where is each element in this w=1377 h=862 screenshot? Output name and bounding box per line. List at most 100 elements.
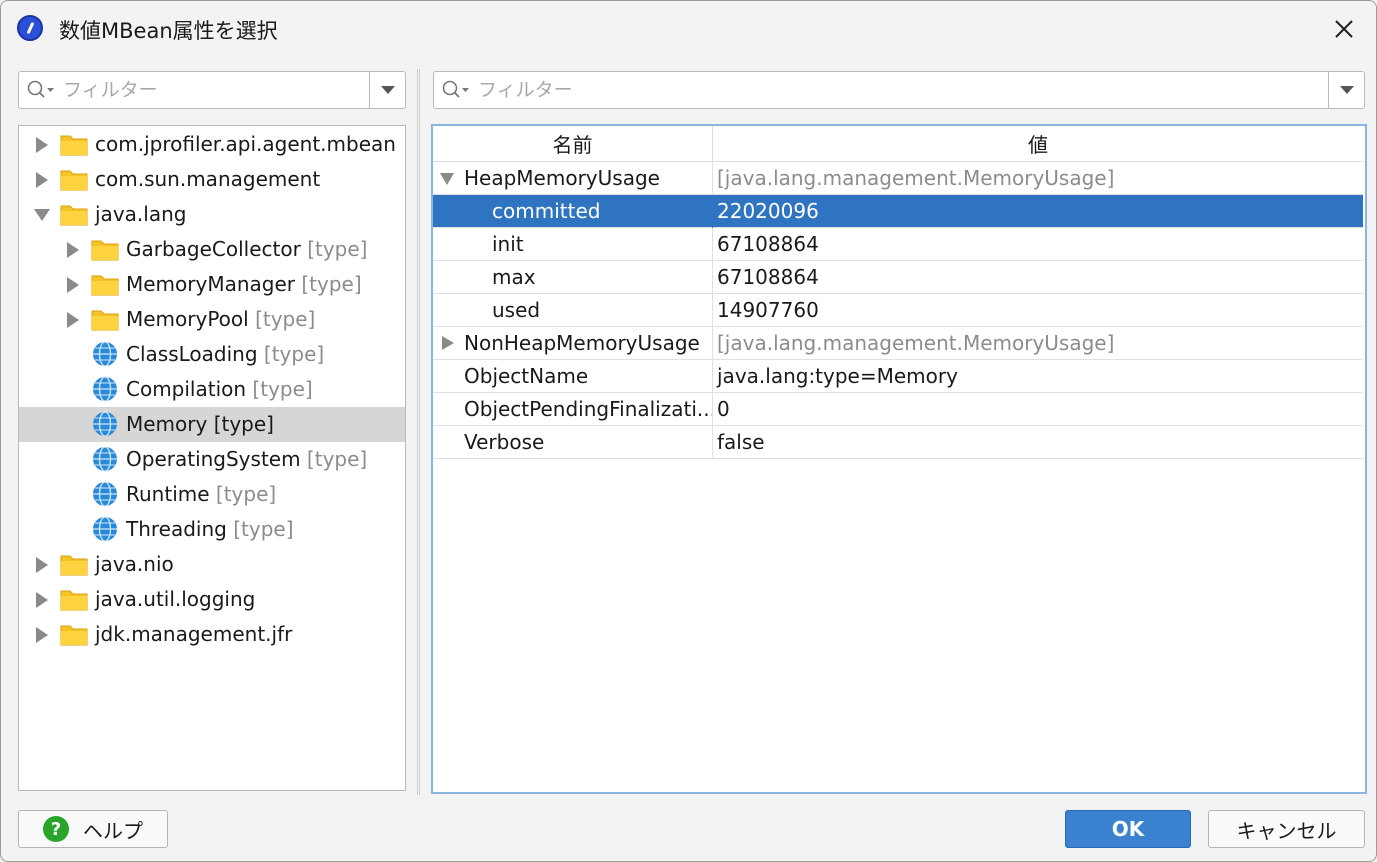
tree-node-name: GarbageCollector [126, 237, 301, 261]
folder-icon [91, 310, 119, 331]
help-icon: ? [43, 816, 69, 842]
tree-node-type-tag: [type] [246, 377, 313, 401]
attribute-name-cell: ObjectName [433, 360, 713, 393]
table-row[interactable]: used 14907760 [433, 294, 1363, 327]
tree-node[interactable]: OperatingSystem [type] [19, 442, 405, 477]
tree-node-label: Threading [type] [126, 517, 294, 541]
tree-node-name: Threading [126, 517, 227, 541]
table-row[interactable]: init 67108864 [433, 228, 1363, 261]
globe-icon [93, 481, 117, 507]
expand-arrow-icon[interactable] [34, 137, 50, 153]
tree-node-name: MemoryPool [126, 307, 249, 331]
help-button[interactable]: ? ヘルプ [18, 810, 168, 848]
tree-node-label: java.lang [95, 202, 186, 226]
collapse-arrow-icon[interactable] [440, 173, 454, 185]
column-header-value[interactable]: 値 [713, 126, 1363, 162]
tree-filter [18, 71, 406, 109]
attribute-value: 14907760 [717, 298, 819, 322]
tree-node[interactable]: java.util.logging [19, 582, 405, 617]
table-row[interactable]: max 67108864 [433, 261, 1363, 294]
chevron-down-icon [380, 86, 395, 94]
app-icon [17, 15, 43, 41]
column-header-name[interactable]: 名前 [433, 126, 713, 162]
tree-node-label: Runtime [type] [126, 482, 276, 506]
expand-arrow-icon[interactable] [65, 242, 81, 258]
close-icon [1335, 20, 1353, 38]
ok-button[interactable]: OK [1065, 810, 1191, 848]
tree-node[interactable]: java.nio [19, 547, 405, 582]
table-filter-dropdown[interactable] [1328, 72, 1364, 108]
cancel-button[interactable]: キャンセル [1208, 810, 1365, 848]
tree-node[interactable]: GarbageCollector [type] [19, 232, 405, 267]
tree-node-label: MemoryPool [type] [126, 307, 315, 331]
tree-node-label: Memory [type] [126, 412, 274, 436]
tree-node-name: jdk.management.jfr [95, 622, 293, 646]
table-row[interactable]: ObjectName java.lang:type=Memory [433, 360, 1363, 393]
tree-node-name: com.jprofiler.api.agent.mbean [95, 132, 396, 156]
tree-node-label: java.util.logging [95, 587, 255, 611]
attribute-value: 67108864 [717, 265, 819, 289]
tree-node[interactable]: MemoryPool [type] [19, 302, 405, 337]
folder-icon [60, 135, 88, 156]
expand-arrow-icon[interactable] [65, 312, 81, 328]
folder-icon [60, 590, 88, 611]
search-icon[interactable] [27, 80, 57, 100]
expand-arrow-icon[interactable] [34, 592, 50, 608]
expand-arrow-icon[interactable] [34, 172, 50, 188]
tree-node[interactable]: Threading [type] [19, 512, 405, 547]
attribute-name-cell: ObjectPendingFinalizati... [433, 393, 713, 426]
tree-filter-dropdown[interactable] [369, 72, 405, 108]
table-row[interactable]: HeapMemoryUsage [java.lang.management.Mem… [433, 162, 1363, 195]
tree-node[interactable]: Compilation [type] [19, 372, 405, 407]
globe-icon [93, 446, 117, 472]
attribute-value: [java.lang.management.MemoryUsage] [717, 166, 1115, 190]
collapse-arrow-icon[interactable] [34, 207, 50, 223]
tree-node-label: com.sun.management [95, 167, 320, 191]
tree-node[interactable]: Memory [type] [19, 407, 405, 442]
folder-icon [60, 625, 88, 646]
attribute-value: 67108864 [717, 232, 819, 256]
dialog-window: 数値MBean属性を選択 com.jprofi [0, 0, 1377, 862]
tree-node-label: com.jprofiler.api.agent.mbean [95, 132, 396, 156]
table-filter-input[interactable] [478, 76, 728, 104]
attribute-value: false [717, 430, 765, 454]
expand-arrow-icon[interactable] [34, 557, 50, 573]
tree-node[interactable]: com.jprofiler.api.agent.mbean [19, 127, 405, 162]
table-row[interactable]: committed 22020096 [433, 195, 1363, 228]
tree-node[interactable]: MemoryManager [type] [19, 267, 405, 302]
tree-node-type-tag: [type] [300, 447, 368, 471]
tree-node-name: java.lang [95, 202, 187, 226]
attribute-name: committed [492, 199, 601, 223]
attribute-name-cell: HeapMemoryUsage [433, 162, 713, 195]
close-button[interactable] [1326, 11, 1362, 47]
attribute-name: init [492, 232, 524, 256]
tree-node[interactable]: java.lang [19, 197, 405, 232]
tree-node-type-tag: [type] [257, 342, 325, 366]
globe-icon [93, 516, 117, 542]
tree-node[interactable]: ClassLoading [type] [19, 337, 405, 372]
tree-node[interactable]: jdk.management.jfr [19, 617, 405, 652]
attribute-name-cell: committed [433, 195, 713, 228]
table-row[interactable]: ObjectPendingFinalizati... 0 [433, 393, 1363, 426]
attribute-name-cell: init [433, 228, 713, 261]
splitter[interactable] [417, 69, 420, 795]
table-row[interactable]: Verbose false [433, 426, 1363, 459]
expand-arrow-icon[interactable] [65, 277, 81, 293]
attribute-name-cell: max [433, 261, 713, 294]
tree-node-label: java.nio [95, 552, 174, 576]
tree-node-label: jdk.management.jfr [95, 622, 292, 646]
folder-icon [91, 240, 119, 261]
table-row[interactable]: NonHeapMemoryUsage [java.lang.management.… [433, 327, 1363, 360]
attribute-name: max [492, 265, 536, 289]
tree-node[interactable]: Runtime [type] [19, 477, 405, 512]
mbean-tree: com.jprofiler.api.agent.mbean com.sun.man… [18, 125, 406, 791]
globe-icon [93, 411, 117, 437]
search-icon[interactable] [442, 80, 472, 100]
attribute-name-cell: used [433, 294, 713, 327]
tree-node-name: java.util.logging [95, 587, 256, 611]
tree-node[interactable]: com.sun.management [19, 162, 405, 197]
tree-filter-input[interactable] [63, 76, 313, 104]
expand-arrow-icon[interactable] [442, 336, 454, 350]
attribute-value: 22020096 [717, 199, 819, 223]
expand-arrow-icon[interactable] [34, 627, 50, 643]
